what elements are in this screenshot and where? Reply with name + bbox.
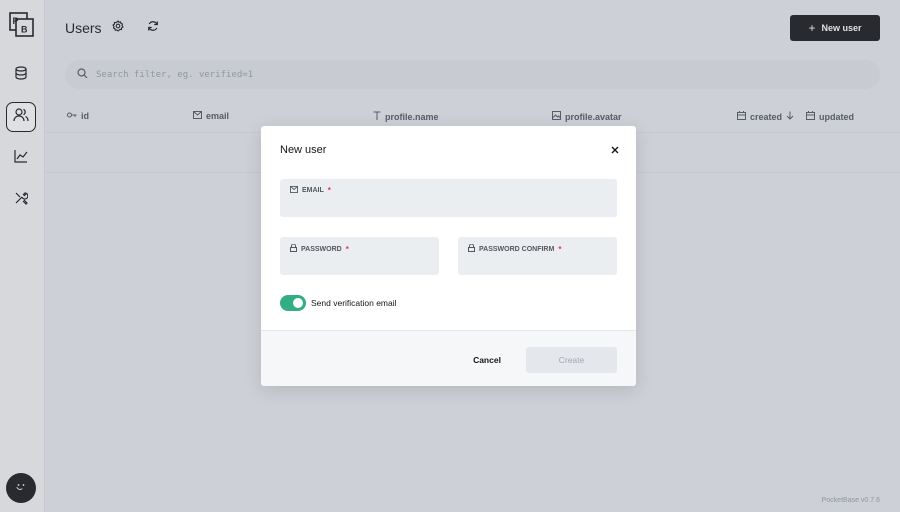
mail-icon <box>290 186 298 195</box>
close-icon <box>611 143 619 157</box>
email-label: EMAIL * <box>290 186 331 195</box>
close-button[interactable] <box>611 144 619 156</box>
lock-icon <box>290 243 297 254</box>
cancel-button[interactable]: Cancel <box>466 348 508 372</box>
new-user-modal: New user EMAIL * PASSWORD * PASSWORD CON… <box>261 126 636 386</box>
email-label-text: EMAIL <box>302 187 324 194</box>
password-label-text: PASSWORD <box>301 245 342 253</box>
toggle-knob <box>293 298 303 308</box>
modal-footer: Cancel Create <box>261 330 636 386</box>
password-confirm-label-text: PASSWORD CONFIRM <box>479 245 555 253</box>
required-mark: * <box>558 244 562 254</box>
password-confirm-label: PASSWORD CONFIRM * <box>468 243 562 254</box>
modal-title: New user <box>280 144 327 156</box>
send-verification-label[interactable]: Send verification email <box>311 298 397 308</box>
required-mark: * <box>345 244 349 254</box>
password-label: PASSWORD * <box>290 243 349 254</box>
password-field[interactable]: PASSWORD * <box>280 237 439 275</box>
lock-icon <box>468 243 475 254</box>
password-confirm-field[interactable]: PASSWORD CONFIRM * <box>458 237 617 275</box>
send-verification-toggle[interactable] <box>280 295 306 311</box>
required-mark: * <box>327 186 331 195</box>
create-button[interactable]: Create <box>526 347 617 373</box>
email-field[interactable]: EMAIL * <box>280 179 617 217</box>
